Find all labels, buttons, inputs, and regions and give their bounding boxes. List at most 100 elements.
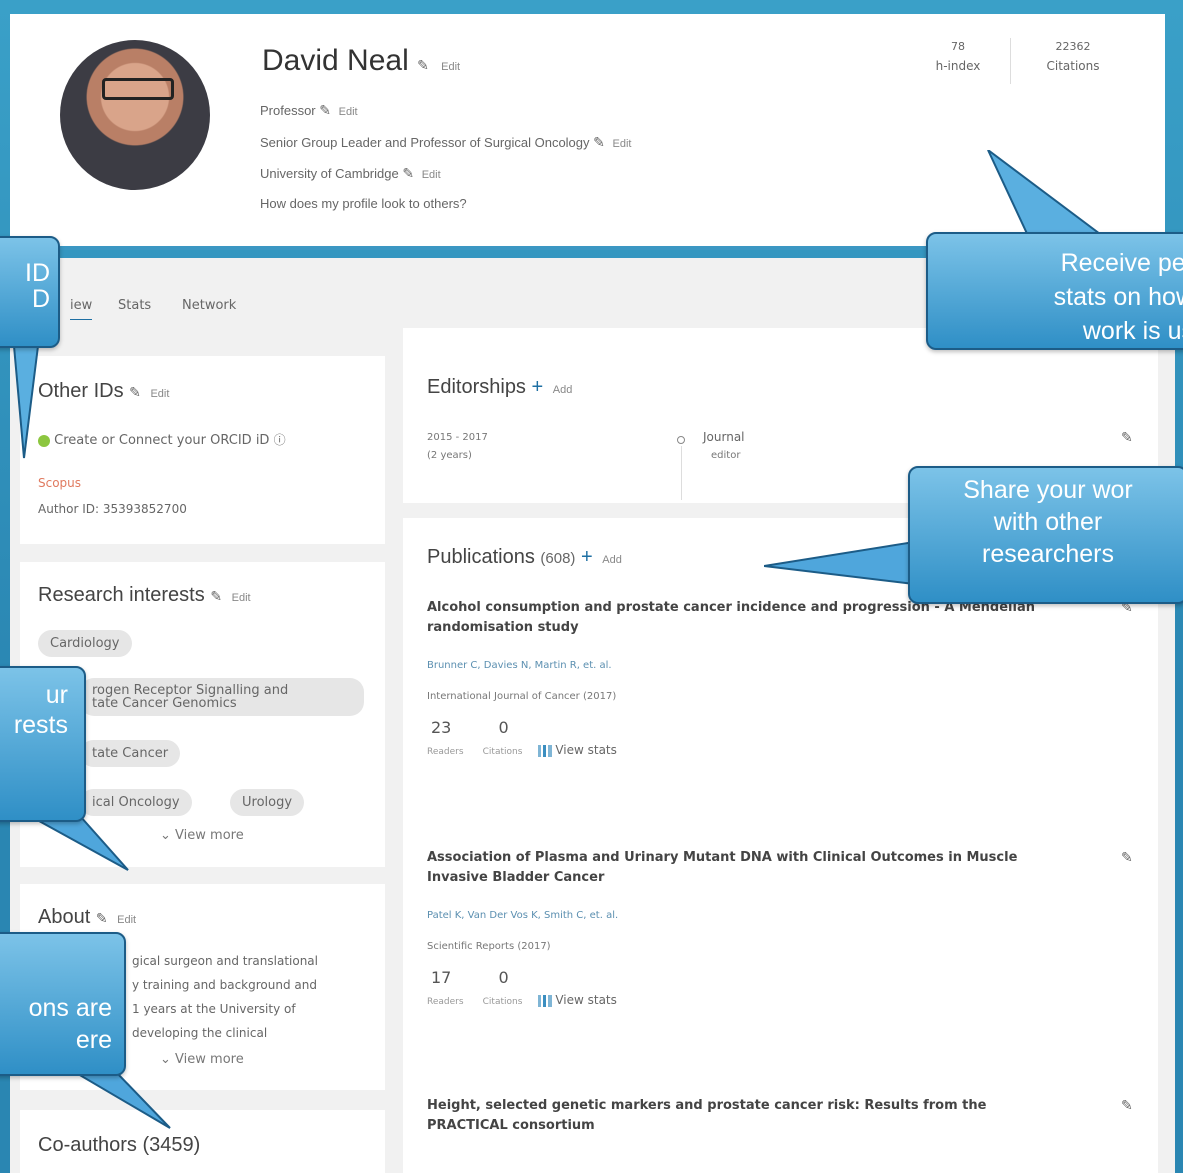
orcid-callout: ID D [0, 236, 60, 348]
add-editorship-link[interactable]: Add [553, 384, 573, 396]
profile-name-text: David Neal [262, 44, 409, 77]
other-ids-heading: Other IDs ✎ Edit [38, 380, 169, 403]
editorships-heading: Editorships + Add [427, 376, 572, 399]
pencil-icon[interactable]: ✎ [1121, 850, 1133, 866]
callout-line: ons are [28, 994, 112, 1022]
interest-chip[interactable]: rogen Receptor Signalling and tate Cance… [80, 678, 364, 716]
view-stats-label[interactable]: View stats [555, 743, 617, 757]
edit-name-link[interactable]: Edit [441, 61, 460, 73]
publication-title[interactable]: Height, selected genetic markers and pro… [427, 1096, 1127, 1136]
other-ids-heading-text: Other IDs [38, 380, 124, 402]
about-heading-text: About [38, 906, 91, 928]
scopus-label[interactable]: Scopus [38, 476, 81, 490]
pencil-icon[interactable]: ✎ [96, 910, 108, 926]
right-column: Editorships + Add 2015 - 2017 (2 years) … [395, 320, 1175, 1173]
publication-item: Association of Plasma and Urinary Mutant… [427, 848, 1127, 1008]
readers-label: Readers [427, 747, 464, 757]
profile-role-text: Senior Group Leader and Professor of Sur… [260, 135, 590, 150]
pencil-icon[interactable]: ✎ [319, 102, 331, 118]
edit-other-ids-link[interactable]: Edit [150, 388, 169, 400]
editorships-heading-text: Editorships [427, 376, 526, 398]
avatar [60, 40, 210, 190]
stats-callout: Receive per stats on how work is us [926, 232, 1183, 350]
interest-chip[interactable]: Cardiology [38, 630, 132, 657]
publication-authors[interactable]: Patel K, Van Der Vos K, Smith C, et. al. [427, 910, 1127, 921]
pencil-icon[interactable]: ✎ [417, 57, 429, 73]
publication-title-line[interactable]: Height, selected genetic markers and pro… [427, 1096, 1127, 1116]
publication-item: Alcohol consumption and prostate cancer … [427, 598, 1127, 758]
profile-institution-text: University of Cambridge [260, 166, 399, 181]
help-icon[interactable]: ⓘ [274, 433, 286, 447]
profile-preview-link[interactable]: How does my profile look to others? [260, 196, 467, 211]
pencil-icon[interactable]: ✎ [402, 165, 414, 181]
publications-heading-text: Publications [427, 546, 535, 568]
edit-about-link[interactable]: Edit [117, 914, 136, 926]
publication-source: International Journal of Cancer (2017) [427, 691, 617, 702]
pencil-icon[interactable]: ✎ [1121, 1098, 1133, 1114]
about-line: y training and background and [132, 978, 317, 992]
callout-line: ur [45, 681, 68, 709]
view-stats-link[interactable]: View stats [537, 743, 617, 757]
edit-institution-link[interactable]: Edit [422, 169, 441, 181]
add-publication-link[interactable]: Add [602, 554, 622, 566]
edit-title-link[interactable]: Edit [339, 106, 358, 118]
timeline-line [681, 446, 682, 500]
add-icon[interactable]: + [581, 546, 593, 568]
interest-chip[interactable]: Urology [230, 789, 305, 816]
interest-chip[interactable]: tate Cancer [80, 740, 181, 767]
pencil-icon[interactable]: ✎ [593, 134, 605, 150]
publication-authors[interactable]: Brunner C, Davies N, Martin R, et. al. [427, 660, 1127, 671]
interest-chip[interactable]: ical Oncology [80, 789, 192, 816]
pencil-icon[interactable]: ✎ [210, 588, 222, 604]
add-icon[interactable]: + [532, 376, 544, 398]
orcid-connect[interactable]: Create or Connect your ORCID iD ⓘ [38, 431, 286, 448]
pencil-icon[interactable]: ✎ [129, 384, 141, 400]
research-heading-text: Research interests [38, 584, 205, 606]
interests-callout-tail [29, 816, 129, 871]
view-stats-link[interactable]: View stats [537, 993, 617, 1007]
publication-title[interactable]: Association of Plasma and Urinary Mutant… [427, 848, 1127, 888]
tab-overview[interactable]: iew [70, 298, 93, 321]
edit-role-link[interactable]: Edit [613, 138, 632, 150]
editorship-role: editor [711, 450, 741, 461]
callout-line: rests [13, 711, 68, 739]
bar-chart-icon [537, 744, 552, 757]
readers-count: 17 [431, 968, 452, 987]
callout-line: D [31, 285, 50, 313]
h-index-label: h-index [935, 59, 981, 73]
profile-title-text: Professor [260, 103, 316, 118]
citations-label: Citations [482, 747, 523, 757]
readers-label: Readers [427, 997, 464, 1007]
publication-title-line[interactable]: Invasive Bladder Cancer [427, 868, 1127, 888]
about-line: gical surgeon and translational [132, 954, 318, 968]
tab-network[interactable]: Network [182, 298, 236, 313]
publication-title-line[interactable]: Association of Plasma and Urinary Mutant… [427, 848, 1127, 868]
about-callout-tail [78, 1074, 171, 1129]
edit-research-link[interactable]: Edit [232, 592, 251, 604]
callout-line: ID [25, 259, 50, 287]
research-view-more-label[interactable]: View more [175, 828, 244, 843]
research-view-more[interactable]: ⌄ View more [160, 828, 244, 843]
orcid-callout-tail [12, 346, 40, 459]
chevron-down-icon: ⌄ [160, 828, 171, 843]
citations-value: 22362 [1055, 40, 1091, 53]
about-view-more-label[interactable]: View more [175, 1052, 244, 1067]
research-heading: Research interests ✎ Edit [38, 584, 251, 607]
about-line: 1 years at the University of [132, 1002, 296, 1016]
citations-label: Citations [482, 997, 523, 1007]
orcid-connect-label[interactable]: Create or Connect your ORCID iD [54, 433, 269, 448]
tab-stats[interactable]: Stats [118, 298, 151, 313]
callout-line: work is us [1082, 317, 1183, 345]
profile-role: Senior Group Leader and Professor of Sur… [260, 134, 631, 151]
publication-item: Height, selected genetic markers and pro… [427, 1096, 1127, 1136]
publication-title-line[interactable]: randomisation study [427, 618, 1127, 638]
publication-title[interactable]: Alcohol consumption and prostate cancer … [427, 598, 1127, 638]
coauthors-card: Co-authors (3459) [20, 1110, 385, 1173]
editorship-journal: Journal [703, 430, 745, 444]
coauthors-heading[interactable]: Co-authors (3459) [38, 1134, 200, 1157]
pencil-icon[interactable]: ✎ [1121, 430, 1133, 446]
profile-preview-text[interactable]: How does my profile look to others? [260, 196, 467, 211]
about-view-more[interactable]: ⌄ View more [160, 1052, 244, 1067]
publication-title-line[interactable]: PRACTICAL consortium [427, 1116, 1127, 1136]
view-stats-label[interactable]: View stats [555, 993, 617, 1007]
